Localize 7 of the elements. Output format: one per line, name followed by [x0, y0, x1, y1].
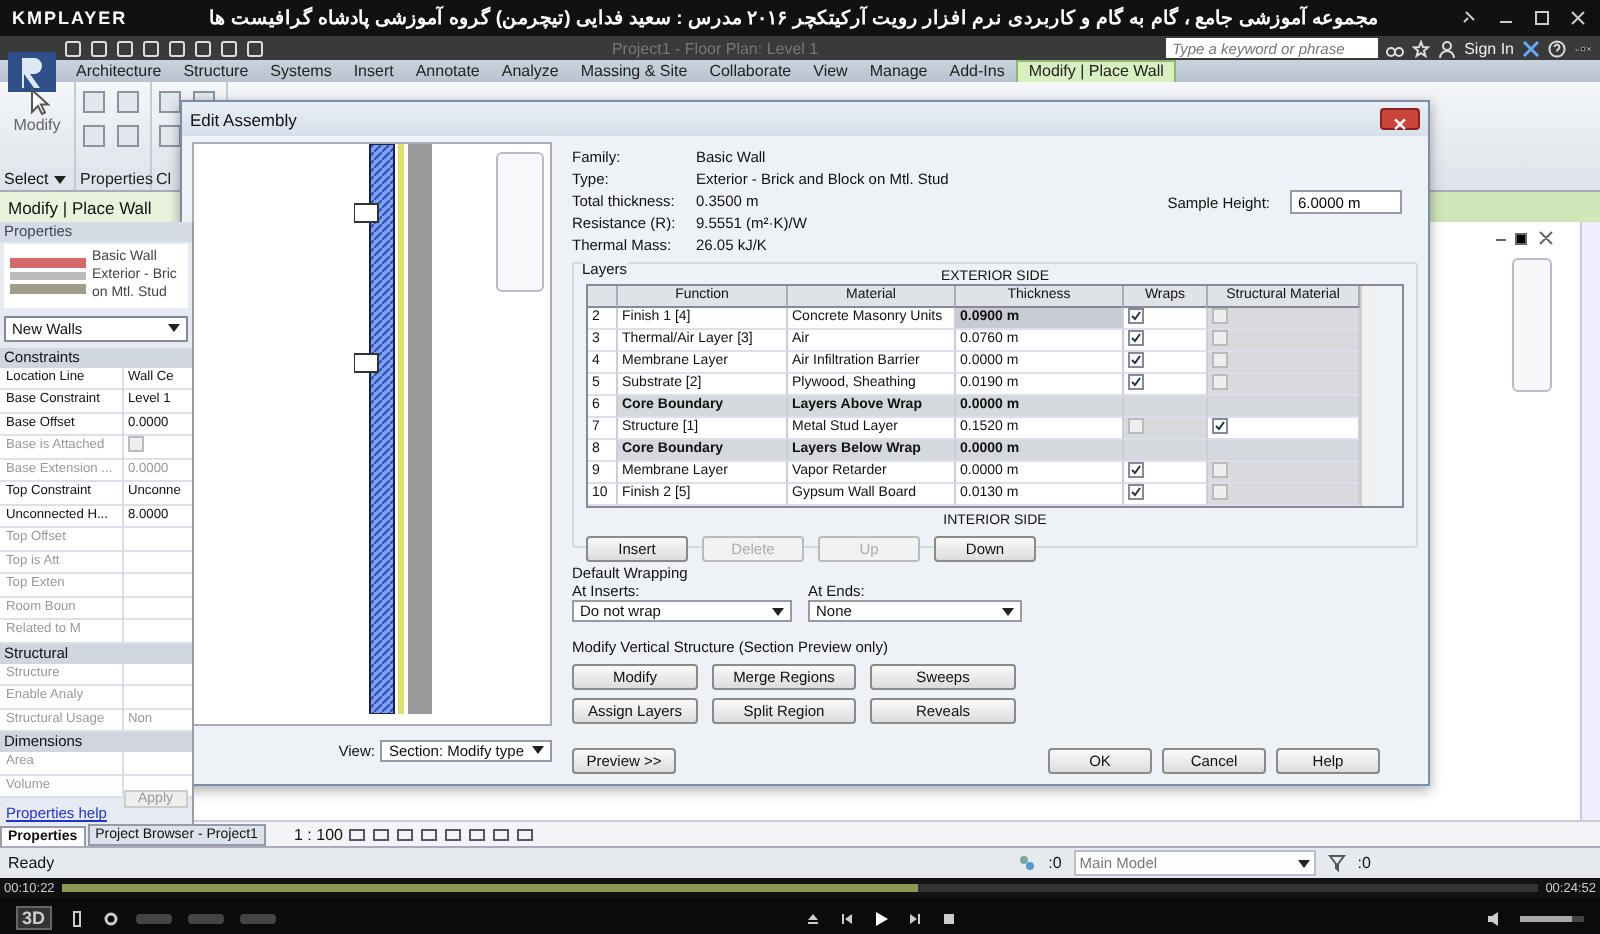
status-text: Ready [8, 854, 55, 872]
dialog-title: Edit Assembly [190, 109, 297, 129]
player-brand: KMPLAYER [12, 8, 128, 28]
document-title: Project1 - Floor Plan: Level 1 [609, 39, 821, 57]
count-label: :0 [1048, 854, 1062, 872]
video-title: مجموعه آموزشی جامع ، گام به گام و کاربردی نرم افزار رویت آرکیتکچر ۲۰۱۶ مدرس : سعید فدایی (تیچرمن) گروه آموزشی پادشاه گرافیست ها [207, 6, 1380, 30]
count-label: :0 [1357, 854, 1371, 872]
